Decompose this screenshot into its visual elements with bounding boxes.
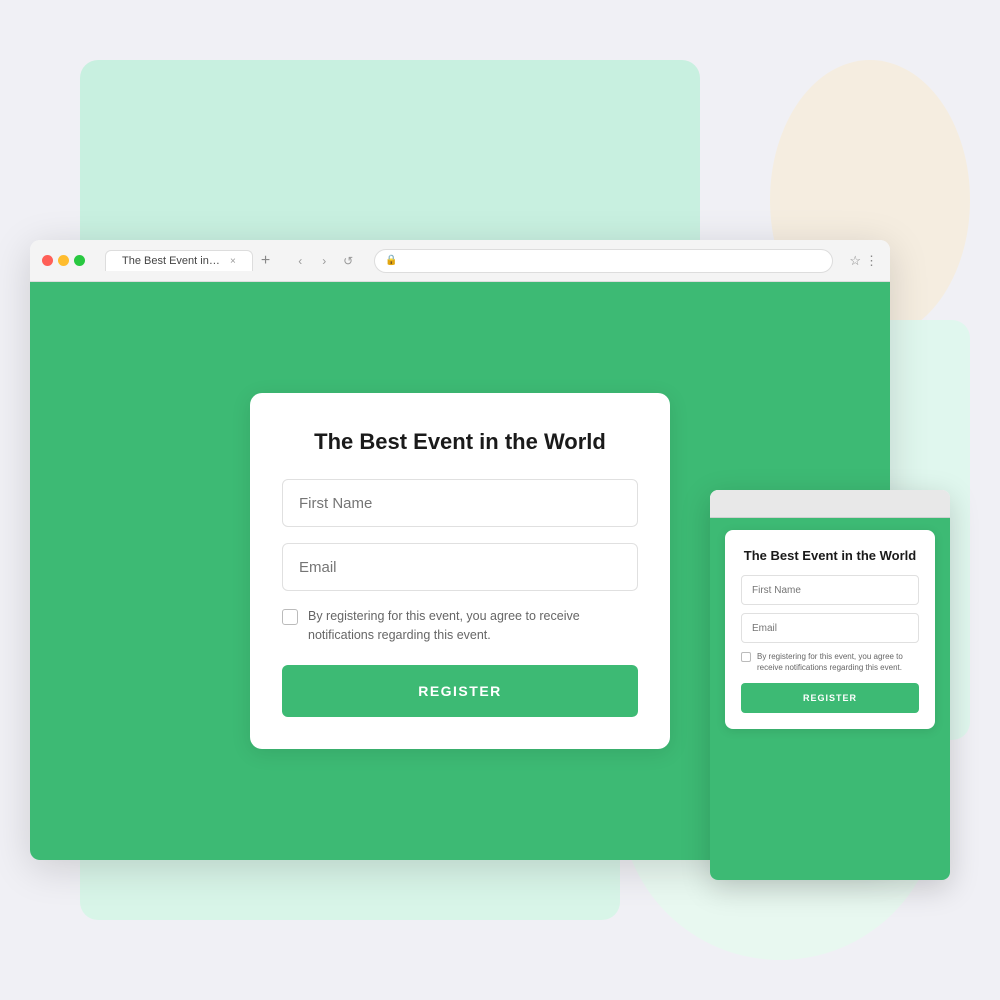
address-bar[interactable]: 🔒 xyxy=(374,249,833,273)
browser-dots xyxy=(42,255,85,266)
browser-menu-icon[interactable]: ⋮ xyxy=(865,253,878,269)
desktop-form-card: The Best Event in the World By registeri… xyxy=(250,393,670,749)
tab-close-icon[interactable]: × xyxy=(230,256,236,267)
desktop-email-input[interactable] xyxy=(282,543,638,591)
mobile-form-card: The Best Event in the World By registeri… xyxy=(725,530,935,729)
browser-tab[interactable]: The Best Event in the World × xyxy=(105,250,253,271)
dot-red[interactable] xyxy=(42,255,53,266)
dot-green[interactable] xyxy=(74,255,85,266)
mobile-consent-checkbox[interactable] xyxy=(741,652,751,662)
desktop-checkbox-row: By registering for this event, you agree… xyxy=(282,607,638,645)
mobile-form-title: The Best Event in the World xyxy=(741,548,919,563)
forward-button[interactable]: › xyxy=(314,251,334,271)
desktop-consent-checkbox[interactable] xyxy=(282,609,298,625)
mobile-first-name-input[interactable] xyxy=(741,575,919,605)
bookmark-icon[interactable]: ☆ xyxy=(849,253,861,269)
back-button[interactable]: ‹ xyxy=(290,251,310,271)
browser-tab-area: The Best Event in the World × + xyxy=(105,250,274,271)
dot-yellow[interactable] xyxy=(58,255,69,266)
lock-icon: 🔒 xyxy=(385,255,397,266)
desktop-first-name-input[interactable] xyxy=(282,479,638,527)
desktop-checkbox-label: By registering for this event, you agree… xyxy=(308,607,638,645)
desktop-form-title: The Best Event in the World xyxy=(282,429,638,455)
new-tab-button[interactable]: + xyxy=(257,252,274,270)
desktop-register-button[interactable]: REGISTER xyxy=(282,665,638,717)
mobile-chrome xyxy=(710,490,950,518)
refresh-button[interactable]: ↺ xyxy=(338,251,358,271)
browser-chrome: The Best Event in the World × + ‹ › ↺ 🔒 … xyxy=(30,240,890,282)
mobile-checkbox-row: By registering for this event, you agree… xyxy=(741,651,919,673)
mobile-window: The Best Event in the World By registeri… xyxy=(710,490,950,880)
tab-label: The Best Event in the World xyxy=(122,255,222,267)
mobile-email-input[interactable] xyxy=(741,613,919,643)
mobile-checkbox-label: By registering for this event, you agree… xyxy=(757,651,919,673)
browser-actions: ☆ ⋮ xyxy=(849,253,878,269)
mobile-body: The Best Event in the World By registeri… xyxy=(710,518,950,880)
browser-nav: ‹ › ↺ xyxy=(290,251,358,271)
mobile-register-button[interactable]: REGISTER xyxy=(741,683,919,713)
